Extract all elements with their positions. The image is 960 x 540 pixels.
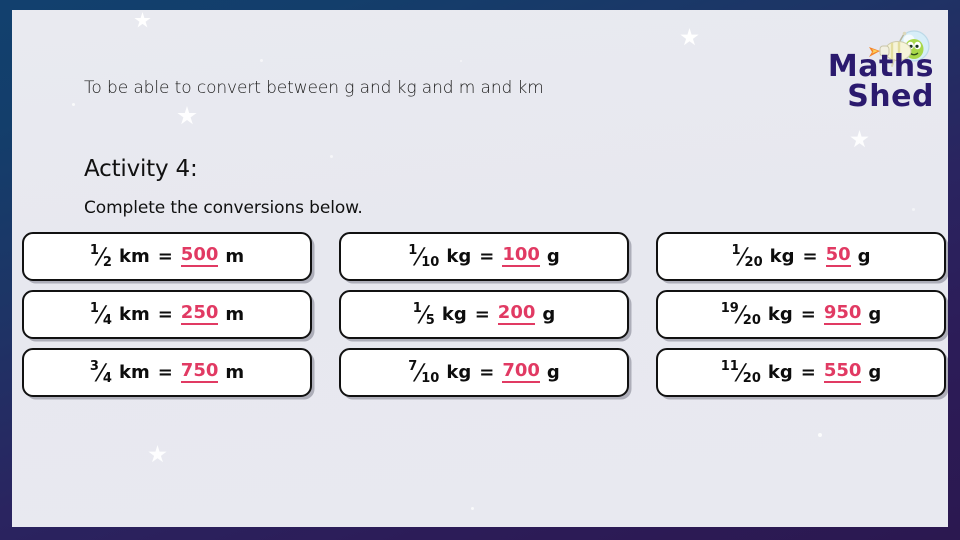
fraction-numerator: 3 — [89, 359, 99, 374]
fraction: 7 ⁄ 10 — [408, 359, 440, 386]
conversion-equation: 1 ⁄ 5 kg = 200 g — [412, 301, 556, 328]
fraction-denominator: 5 — [425, 313, 435, 328]
fraction-numerator: 7 — [408, 359, 418, 374]
unit-to-label: m — [225, 361, 245, 383]
fraction: 11 ⁄ 20 — [720, 359, 761, 386]
fraction: 1 ⁄ 5 — [412, 301, 435, 328]
fraction-denominator: 10 — [421, 371, 440, 386]
answer-value[interactable]: 200 — [497, 303, 536, 325]
equals-sign: = — [157, 303, 173, 325]
fraction-denominator: 10 — [421, 255, 440, 270]
unit-from-label: km — [118, 361, 150, 383]
fraction-numerator: 1 — [731, 243, 741, 258]
fraction-denominator: 20 — [744, 255, 763, 270]
slide-panel: Maths Shed To be able to convert between… — [12, 10, 948, 527]
equals-sign: = — [474, 303, 490, 325]
unit-from-label: kg — [767, 303, 793, 325]
fraction-denominator: 4 — [102, 313, 112, 328]
fraction: 1 ⁄ 2 — [89, 243, 112, 270]
unit-from-label: km — [118, 245, 150, 267]
fraction-denominator: 20 — [742, 371, 761, 386]
fraction-numerator: 1 — [408, 243, 418, 258]
unit-to-label: m — [225, 303, 245, 325]
equals-sign: = — [800, 303, 816, 325]
conversion-question-box[interactable]: 1 ⁄ 20 kg = 50 g — [656, 232, 946, 281]
question-column-3: 1 ⁄ 20 kg = 50 g 19 ⁄ 20 kg = 950 g 11 ⁄ 20 kg = 550 g — [656, 232, 946, 406]
answer-value[interactable]: 100 — [502, 245, 540, 267]
conversion-question-box[interactable]: 7 ⁄ 10 kg = 700 g — [339, 348, 629, 397]
conversion-equation: 7 ⁄ 10 kg = 700 g — [408, 359, 560, 386]
equals-sign: = — [157, 245, 173, 267]
question-column-2: 1 ⁄ 10 kg = 100 g 1 ⁄ 5 kg = 200 g 7 ⁄ 10 kg = 700 g — [339, 232, 629, 406]
fraction: 1 ⁄ 10 — [408, 243, 440, 270]
unit-from-label: km — [118, 303, 150, 325]
fraction-numerator: 1 — [412, 301, 422, 316]
answer-value[interactable]: 550 — [823, 361, 862, 383]
unit-to-label: g — [857, 245, 871, 267]
conversion-equation: 11 ⁄ 20 kg = 550 g — [720, 359, 882, 386]
conversion-question-box[interactable]: 11 ⁄ 20 kg = 550 g — [656, 348, 946, 397]
fraction: 1 ⁄ 4 — [89, 301, 112, 328]
conversion-question-box[interactable]: 1 ⁄ 2 km = 500 m — [22, 232, 312, 281]
fraction: 19 ⁄ 20 — [720, 301, 761, 328]
fraction: 1 ⁄ 20 — [731, 243, 763, 270]
conversion-equation: 3 ⁄ 4 km = 750 m — [89, 359, 245, 386]
equals-sign: = — [800, 361, 816, 383]
unit-to-label: g — [546, 361, 560, 383]
unit-to-label: m — [225, 245, 245, 267]
fraction-denominator: 2 — [102, 255, 112, 270]
answer-value[interactable]: 500 — [180, 245, 219, 267]
slide-frame: Maths Shed To be able to convert between… — [0, 0, 960, 540]
unit-from-label: kg — [446, 245, 472, 267]
conversion-question-box[interactable]: 1 ⁄ 4 km = 250 m — [22, 290, 312, 339]
equals-sign: = — [479, 361, 495, 383]
unit-from-label: kg — [769, 245, 795, 267]
conversion-question-box[interactable]: 1 ⁄ 10 kg = 100 g — [339, 232, 629, 281]
fraction-numerator: 1 — [89, 301, 99, 316]
conversion-equation: 1 ⁄ 20 kg = 50 g — [731, 243, 871, 270]
conversion-equation: 19 ⁄ 20 kg = 950 g — [720, 301, 882, 328]
question-grid: 1 ⁄ 2 km = 500 m 1 ⁄ 4 km = 250 m 3 ⁄ 4 km = 750 m 1 ⁄ 10 kg = 10… — [12, 10, 948, 527]
unit-from-label: kg — [767, 361, 793, 383]
unit-to-label: g — [868, 303, 882, 325]
conversion-equation: 1 ⁄ 4 km = 250 m — [89, 301, 245, 328]
unit-from-label: kg — [446, 361, 472, 383]
conversion-question-box[interactable]: 1 ⁄ 5 kg = 200 g — [339, 290, 629, 339]
equals-sign: = — [479, 245, 495, 267]
fraction: 3 ⁄ 4 — [89, 359, 112, 386]
unit-from-label: kg — [441, 303, 467, 325]
answer-value[interactable]: 950 — [823, 303, 862, 325]
answer-value[interactable]: 700 — [502, 361, 540, 383]
equals-sign: = — [802, 245, 818, 267]
answer-value[interactable]: 50 — [825, 245, 851, 267]
fraction-numerator: 11 — [720, 359, 739, 374]
conversion-question-box[interactable]: 3 ⁄ 4 km = 750 m — [22, 348, 312, 397]
fraction-numerator: 1 — [89, 243, 99, 258]
conversion-equation: 1 ⁄ 10 kg = 100 g — [408, 243, 560, 270]
fraction-numerator: 19 — [720, 301, 739, 316]
unit-to-label: g — [542, 303, 556, 325]
equals-sign: = — [157, 361, 173, 383]
unit-to-label: g — [868, 361, 882, 383]
fraction-denominator: 20 — [742, 313, 761, 328]
question-column-1: 1 ⁄ 2 km = 500 m 1 ⁄ 4 km = 250 m 3 ⁄ 4 km = 750 m — [22, 232, 312, 406]
fraction-denominator: 4 — [102, 371, 112, 386]
conversion-equation: 1 ⁄ 2 km = 500 m — [89, 243, 245, 270]
answer-value[interactable]: 250 — [180, 303, 219, 325]
conversion-question-box[interactable]: 19 ⁄ 20 kg = 950 g — [656, 290, 946, 339]
unit-to-label: g — [546, 245, 560, 267]
answer-value[interactable]: 750 — [180, 361, 219, 383]
